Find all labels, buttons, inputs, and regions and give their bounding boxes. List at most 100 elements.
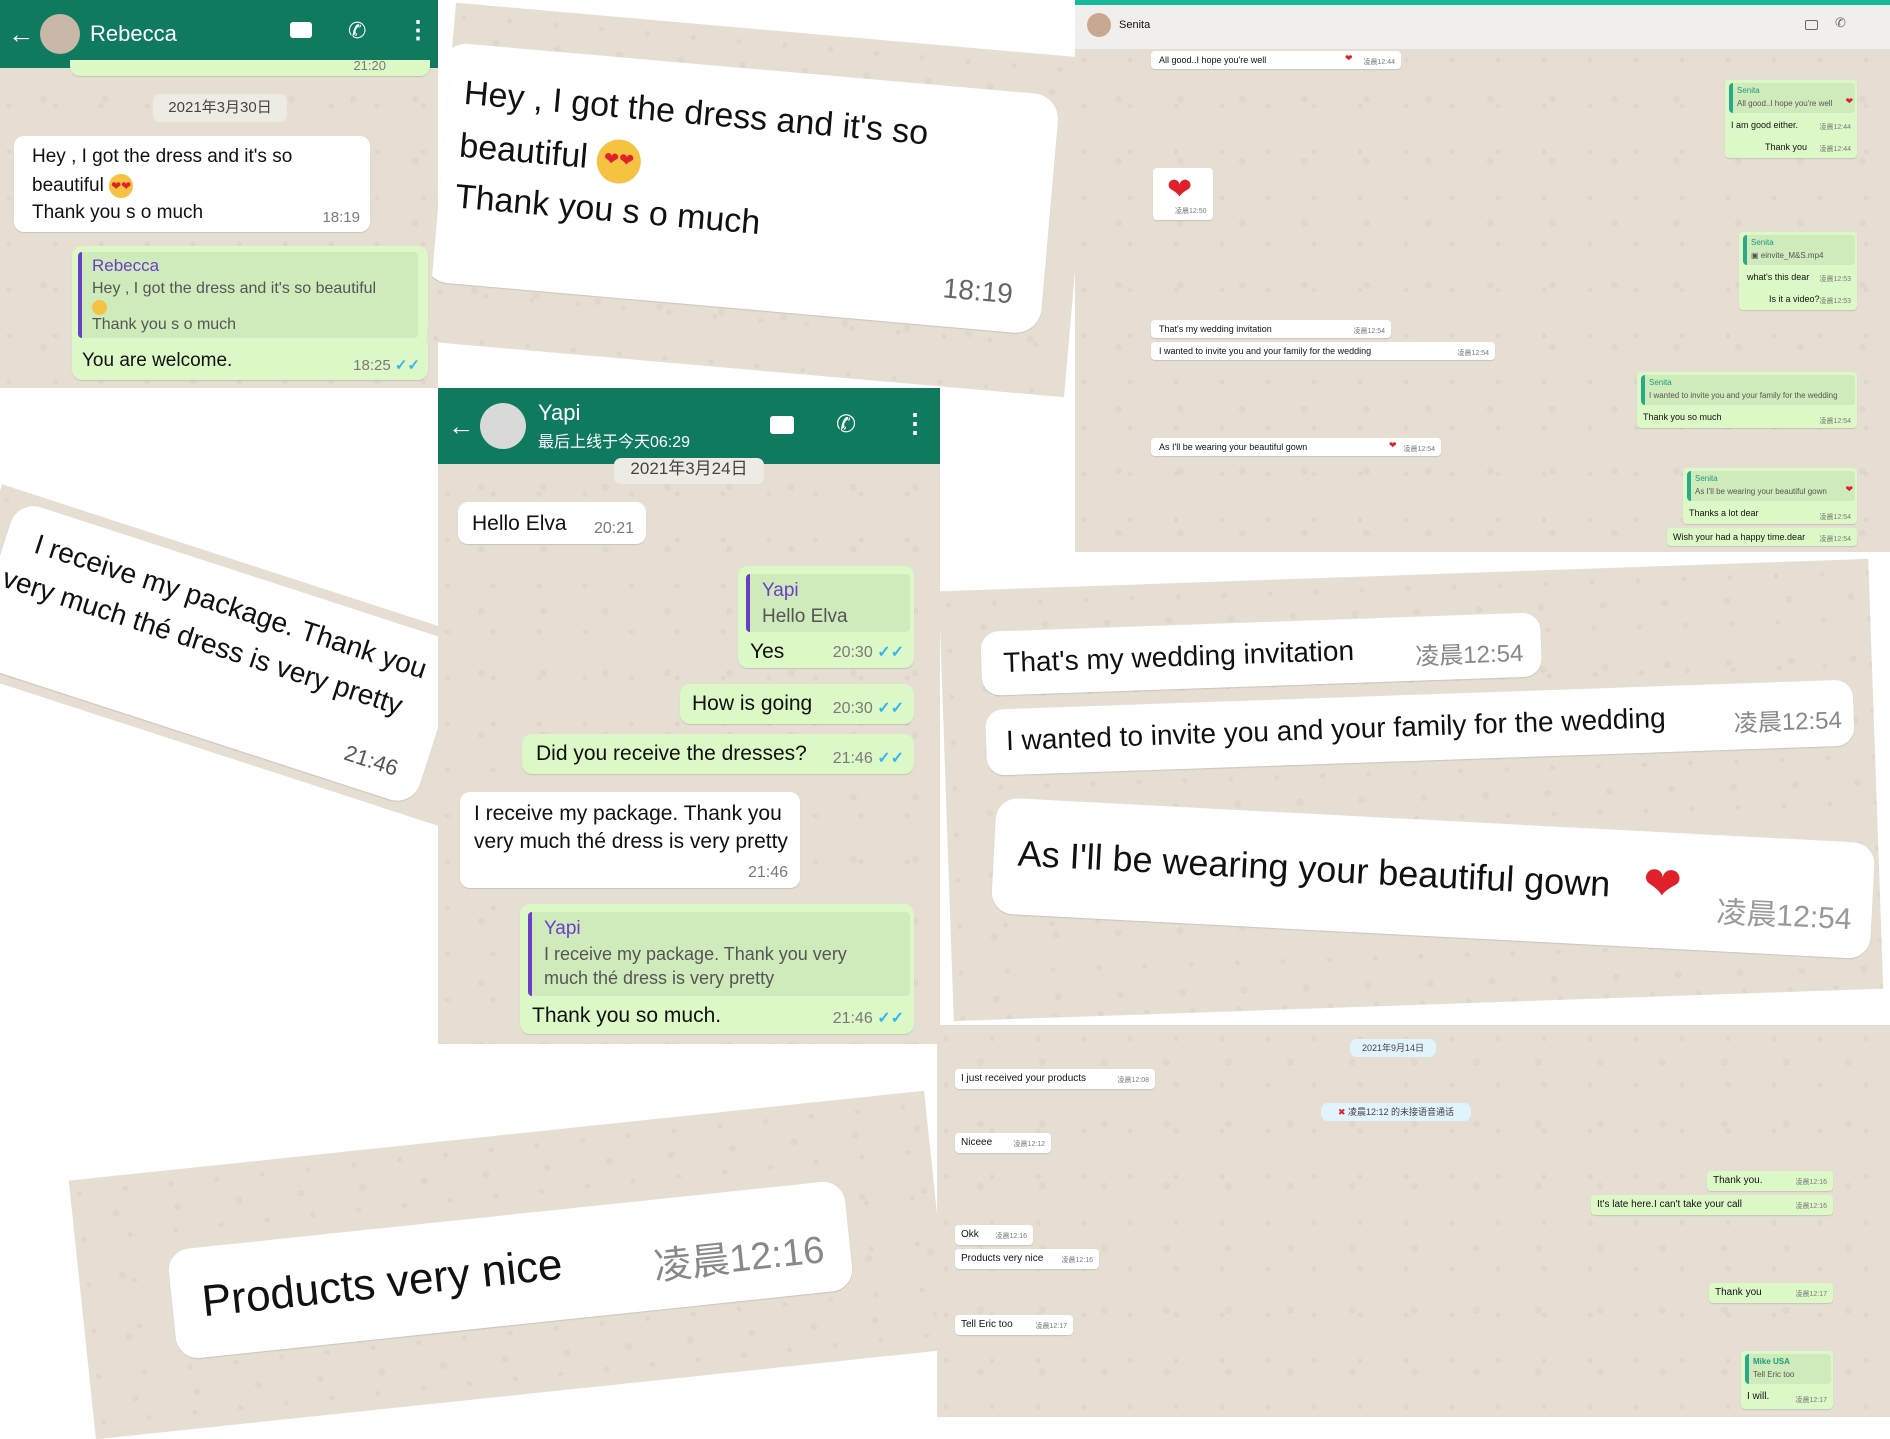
- message-time: 凌晨12:54: [1414, 640, 1524, 671]
- message-text: Okk: [961, 1229, 979, 1240]
- incoming-message[interactable]: All good..I hope you're well ❤ 凌晨12:44: [1151, 51, 1401, 69]
- avatar[interactable]: [40, 14, 80, 54]
- message-text: All good..I hope you're well: [1159, 55, 1267, 65]
- incoming-message[interactable]: I just received your products 凌晨12:08: [955, 1069, 1155, 1089]
- outgoing-message[interactable]: It's late here.I can't take your call 凌晨…: [1591, 1195, 1833, 1215]
- back-arrow-icon[interactable]: ←: [8, 19, 34, 50]
- quote-text: As I'll be wearing your beautiful gown: [1695, 487, 1827, 496]
- message-time: 21:46: [341, 740, 402, 781]
- message-text: Thank you: [1765, 142, 1808, 152]
- zoomed-message-products: Products very nice 凌晨12:16: [68, 1090, 952, 1439]
- message-text: That's my wedding invitation: [1159, 324, 1272, 334]
- message-text: How is going: [692, 692, 813, 715]
- message-time: 凌晨12:16: [651, 1229, 827, 1289]
- quoted-message[interactable]: Mike USA Tell Eric too: [1745, 1354, 1831, 1384]
- double-tick-icon: ✓✓: [877, 750, 904, 767]
- message-text: I wanted to invite you and your family f…: [1159, 346, 1372, 356]
- outgoing-message[interactable]: Wish your had a happy time.dear 凌晨12:54: [1667, 528, 1857, 546]
- incoming-message[interactable]: Products very nice 凌晨12:16: [955, 1249, 1099, 1269]
- message-time: 凌晨12:53: [1819, 298, 1851, 305]
- quoted-message[interactable]: Yapi Hello Elva: [746, 574, 910, 632]
- quoted-message[interactable]: Rebecca Hey , I got the dress and it's s…: [78, 252, 418, 338]
- quoted-message[interactable]: Senita All good..I hope you're well ❤: [1729, 83, 1855, 113]
- zoomed-messages-wedding: That's my wedding invitation 凌晨12:54 I w…: [938, 558, 1884, 1022]
- phone-icon[interactable]: ✆: [836, 410, 856, 439]
- message-text: Thanks a lot dear: [1689, 508, 1759, 518]
- outgoing-reply[interactable]: Senita As I'll be wearing your beautiful…: [1683, 468, 1857, 524]
- incoming-message[interactable]: Hey , I got the dress and it's so beauti…: [14, 136, 370, 232]
- contact-info[interactable]: Yapi 最后上线于今天06:29: [538, 400, 690, 452]
- incoming-message[interactable]: I receive my package. Thank you very muc…: [0, 499, 466, 807]
- message-time: 凌晨12:12: [1013, 1141, 1045, 1148]
- incoming-message[interactable]: As I'll be wearing your beautiful gown ❤…: [1151, 438, 1441, 456]
- incoming-message[interactable]: Hey , I got the dress and it's so beauti…: [426, 41, 1061, 335]
- outgoing-message[interactable]: Thank you 凌晨12:17: [1709, 1283, 1833, 1303]
- message-time: 凌晨12:50: [1175, 208, 1207, 215]
- outgoing-reply[interactable]: Yapi Hello Elva Yes 20:30 ✓✓: [738, 566, 914, 668]
- heart-icon: ❤: [1845, 96, 1853, 106]
- incoming-message[interactable]: I receive my package. Thank you very muc…: [460, 792, 800, 888]
- incoming-message[interactable]: That's my wedding invitation 凌晨12:54: [1151, 320, 1391, 338]
- incoming-message[interactable]: Hello Elva 20:21: [458, 502, 646, 544]
- back-arrow-icon[interactable]: ←: [448, 411, 474, 442]
- message-text: It's late here.I can't take your call: [1597, 1199, 1742, 1210]
- message-time: 21:46: [747, 864, 788, 881]
- heart-icon: ❤: [1167, 173, 1193, 206]
- incoming-message[interactable]: Okk 凌晨12:16: [955, 1225, 1033, 1245]
- more-options-icon[interactable]: ⋮: [902, 408, 928, 439]
- outgoing-message[interactable]: How is going 20:30 ✓✓: [680, 684, 914, 724]
- outgoing-reply[interactable]: Senita I wanted to invite you and your f…: [1637, 372, 1857, 428]
- double-tick-icon: ✓✓: [877, 644, 904, 661]
- more-options-icon[interactable]: ⋮: [406, 16, 430, 45]
- incoming-heart-message[interactable]: ❤ 凌晨12:50: [1153, 168, 1213, 220]
- chat-panel-senita: Senita ✆ All good..I hope you're well ❤ …: [1075, 0, 1890, 552]
- incoming-message[interactable]: Tell Eric too 凌晨12:17: [955, 1315, 1073, 1335]
- message-text: You are welcome.: [82, 350, 233, 371]
- outgoing-message[interactable]: Did you receive the dresses? 21:46 ✓✓: [522, 734, 914, 774]
- video-call-icon[interactable]: [290, 22, 312, 38]
- message-time: 凌晨12:54: [1457, 350, 1489, 357]
- message-time: 21:46 ✓✓: [832, 1010, 904, 1027]
- video-call-icon[interactable]: [1805, 20, 1818, 30]
- outgoing-reply[interactable]: Mike USA Tell Eric too I will. 凌晨12:17: [1741, 1351, 1833, 1409]
- missed-call-notice[interactable]: ✖ 凌晨12:12 的未接语音通话: [1321, 1103, 1471, 1121]
- message-text: Thank you so much: [1643, 412, 1722, 422]
- message-text: Yes: [750, 640, 785, 663]
- quote-text: I wanted to invite you and your family f…: [1649, 391, 1838, 400]
- video-call-icon[interactable]: [770, 416, 794, 434]
- outgoing-reply[interactable]: Rebecca Hey , I got the dress and it's s…: [72, 246, 428, 380]
- incoming-message[interactable]: Products very nice 凌晨12:16: [166, 1179, 855, 1361]
- avatar[interactable]: [1087, 13, 1111, 37]
- quote-author: Senita: [1649, 378, 1672, 387]
- phone-icon[interactable]: ✆: [1835, 15, 1846, 31]
- message-time: 20:30 ✓✓: [832, 700, 904, 717]
- quoted-message[interactable]: Senita ▣ einvite_M&S.mp4: [1743, 235, 1855, 265]
- message-text: Niceee: [961, 1137, 993, 1148]
- incoming-message[interactable]: That's my wedding invitation 凌晨12:54: [980, 612, 1543, 696]
- message-text: As I'll be wearing your beautiful gown: [1016, 832, 1612, 905]
- quoted-message[interactable]: Senita As I'll be wearing your beautiful…: [1687, 471, 1855, 501]
- incoming-message[interactable]: I wanted to invite you and your family f…: [1151, 342, 1495, 360]
- message-time: 18:19: [322, 209, 360, 226]
- outgoing-reply[interactable]: Senita ▣ einvite_M&S.mp4 what's this dea…: [1739, 232, 1857, 310]
- incoming-message[interactable]: As I'll be wearing your beautiful gown ❤…: [990, 797, 1876, 960]
- quoted-message[interactable]: Yapi I receive my package. Thank you ver…: [528, 912, 910, 996]
- video-file-icon: ▣: [1751, 251, 1759, 260]
- double-tick-icon: ✓✓: [877, 700, 904, 717]
- contact-name[interactable]: Senita: [1119, 19, 1150, 31]
- outgoing-reply[interactable]: Senita All good..I hope you're well ❤ I …: [1725, 80, 1857, 158]
- chat-header: ← Yapi 最后上线于今天06:29 ✆ ⋮: [438, 388, 940, 464]
- message-text: Wish your had a happy time.dear: [1673, 532, 1806, 542]
- message-time: 21:46 ✓✓: [832, 750, 904, 767]
- message-text: I receive my package. Thank you: [474, 802, 782, 825]
- avatar[interactable]: [480, 403, 526, 449]
- incoming-message[interactable]: I wanted to invite you and your family f…: [984, 679, 1855, 776]
- message-time: 凌晨12:53: [1819, 276, 1851, 283]
- contact-name[interactable]: Rebecca: [90, 21, 177, 47]
- outgoing-reply[interactable]: Yapi I receive my package. Thank you ver…: [520, 904, 914, 1034]
- outgoing-message[interactable]: Thank you. 凌晨12:16: [1707, 1171, 1833, 1191]
- quoted-message[interactable]: Senita I wanted to invite you and your f…: [1641, 375, 1855, 405]
- incoming-message[interactable]: Niceee 凌晨12:12: [955, 1133, 1051, 1153]
- phone-icon[interactable]: ✆: [348, 18, 366, 44]
- missed-call-icon: ✖: [1337, 1107, 1346, 1117]
